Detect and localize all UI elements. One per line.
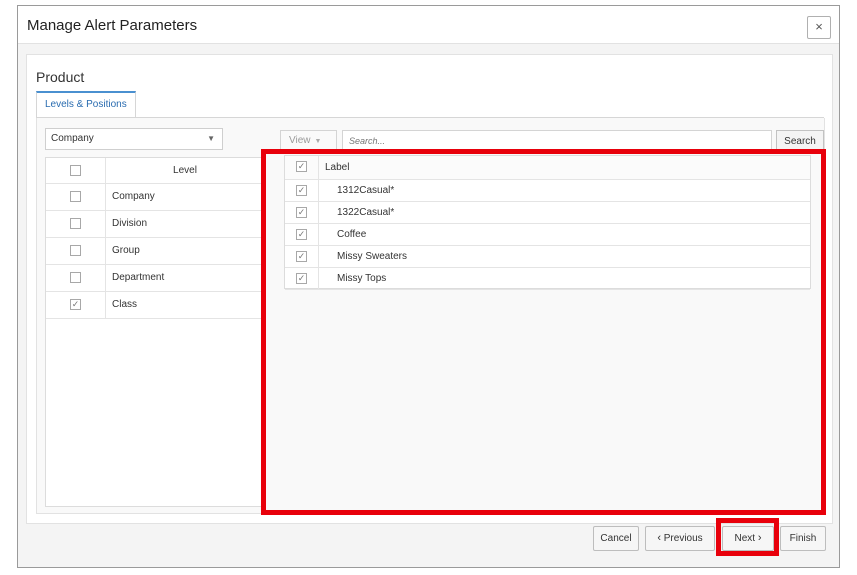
tab-levels-positions[interactable]: Levels & Positions [36,91,136,117]
level-label: Division [112,218,148,229]
level-checkbox-group[interactable] [70,245,81,256]
table-row[interactable]: Company [46,184,264,211]
section-title: Product [36,69,85,85]
highlight-box-next [716,518,779,556]
level-checkbox-division[interactable] [70,218,81,229]
close-icon: × [815,19,823,34]
cancel-button[interactable]: Cancel [593,526,639,551]
table-row[interactable]: Department [46,265,264,292]
view-label: View [289,135,311,146]
highlight-box-labels [261,149,826,515]
checkmark-icon: ✓ [71,299,80,309]
level-label: Group [112,245,140,256]
table-row[interactable]: Group [46,238,264,265]
hierarchy-dropdown[interactable]: Company ▼ [45,128,223,150]
level-checkbox-department[interactable] [70,272,81,283]
level-column-header: Level [173,165,197,176]
dialog-header: Manage Alert Parameters × [18,6,839,44]
previous-button[interactable]: ‹ Previous [645,526,715,551]
levels-pane: Company ▼ Level Company Division Group D… [45,118,265,508]
close-button[interactable]: × [807,16,831,39]
table-row[interactable]: ✓ Class [46,292,264,319]
select-all-levels-checkbox[interactable] [70,165,81,176]
level-label: Department [112,272,165,283]
level-table-header: Level [46,158,264,184]
level-checkbox-class[interactable]: ✓ [70,299,81,310]
finish-button[interactable]: Finish [780,526,826,551]
table-row[interactable]: Division [46,211,264,238]
level-table: Level Company Division Group Department … [45,157,265,507]
level-table-empty-area [46,319,264,509]
caret-down-icon: ▼ [207,134,215,143]
previous-label: Previous [663,533,703,544]
level-checkbox-company[interactable] [70,191,81,202]
dialog-title: Manage Alert Parameters [27,17,198,34]
caret-down-icon: ▼ [314,138,322,145]
chevron-left-icon: ‹ [657,532,661,544]
level-label: Class [112,299,138,310]
level-label: Company [112,191,155,202]
dropdown-value: Company [51,133,94,144]
